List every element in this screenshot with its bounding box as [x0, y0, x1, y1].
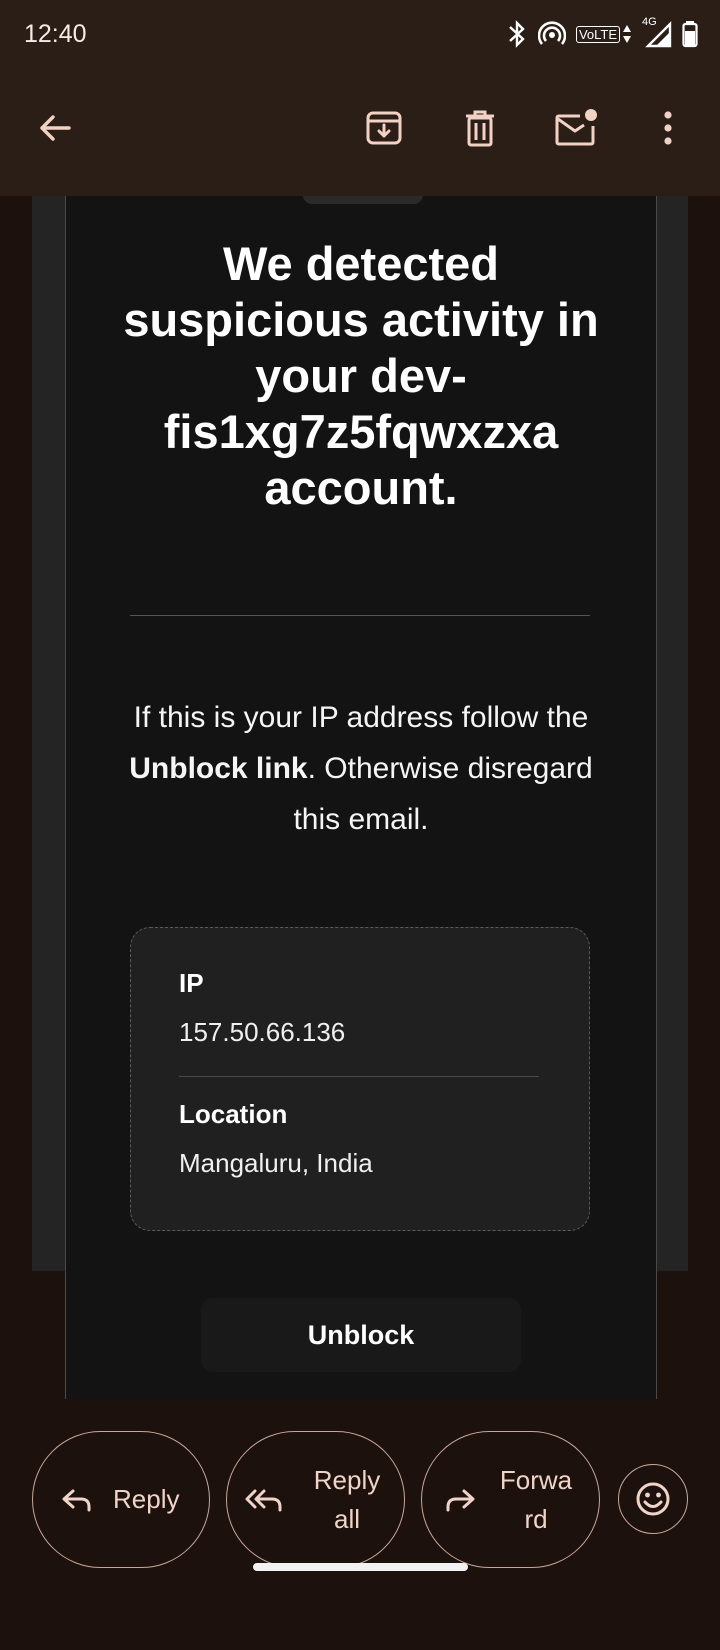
status-bar: 12:40 VoLTE 4G: [0, 0, 720, 76]
reply-icon: [61, 1487, 93, 1513]
alert-headline: We detected suspicious activity in your …: [123, 237, 599, 514]
add-reaction-icon[interactable]: [618, 1464, 688, 1534]
ip-value: 157.50.66.136: [179, 1017, 346, 1047]
ip-box-divider: [179, 1076, 539, 1077]
unblock-button[interactable]: Unblock: [201, 1298, 521, 1372]
unblock-link-text: Unblock link: [129, 752, 308, 785]
email-content: We detected suspicious activity in your …: [0, 196, 720, 1399]
archive-icon[interactable]: [358, 102, 410, 154]
volte-icon: VoLTE: [575, 24, 632, 44]
home-indicator[interactable]: [253, 1563, 468, 1571]
location-value: Mangaluru, India: [179, 1148, 373, 1178]
more-vert-icon[interactable]: [642, 102, 694, 154]
ip-label: IP: [179, 968, 204, 998]
headline-divider: [130, 615, 590, 616]
email-card: We detected suspicious activity in your …: [65, 196, 657, 1399]
mark-unread-icon[interactable]: [550, 102, 602, 154]
back-arrow-icon[interactable]: [29, 102, 81, 154]
card-handle: [303, 196, 423, 204]
reply-button[interactable]: Reply: [32, 1431, 210, 1568]
signal-4g-icon: 4G: [642, 16, 672, 48]
status-icons: VoLTE 4G: [506, 16, 698, 48]
battery-icon: [682, 20, 698, 48]
status-time: 12:40: [24, 20, 87, 48]
reply-all-button[interactable]: Reply all: [226, 1431, 405, 1568]
forward-label: Forward: [499, 1464, 573, 1534]
app-bar: [0, 76, 720, 196]
location-label: Location: [179, 1099, 288, 1129]
ip-info-box: IP 157.50.66.136 Location Mangaluru, Ind…: [130, 927, 590, 1231]
forward-button[interactable]: Forward: [421, 1431, 600, 1568]
body-text-part2: . Otherwise disregard this email.: [293, 752, 593, 836]
reply-all-label: Reply all: [313, 1464, 381, 1534]
reply-all-icon: [245, 1487, 285, 1513]
forward-icon: [444, 1487, 476, 1513]
hotspot-icon: [537, 20, 566, 48]
delete-icon[interactable]: [454, 102, 506, 154]
action-bar: Reply Reply all Forward: [0, 1399, 720, 1650]
reply-label: Reply: [113, 1484, 180, 1514]
body-text-part1: If this is your IP address follow the: [133, 701, 589, 734]
alert-body: If this is your IP address follow the Un…: [121, 692, 601, 845]
bluetooth-icon: [506, 20, 528, 48]
